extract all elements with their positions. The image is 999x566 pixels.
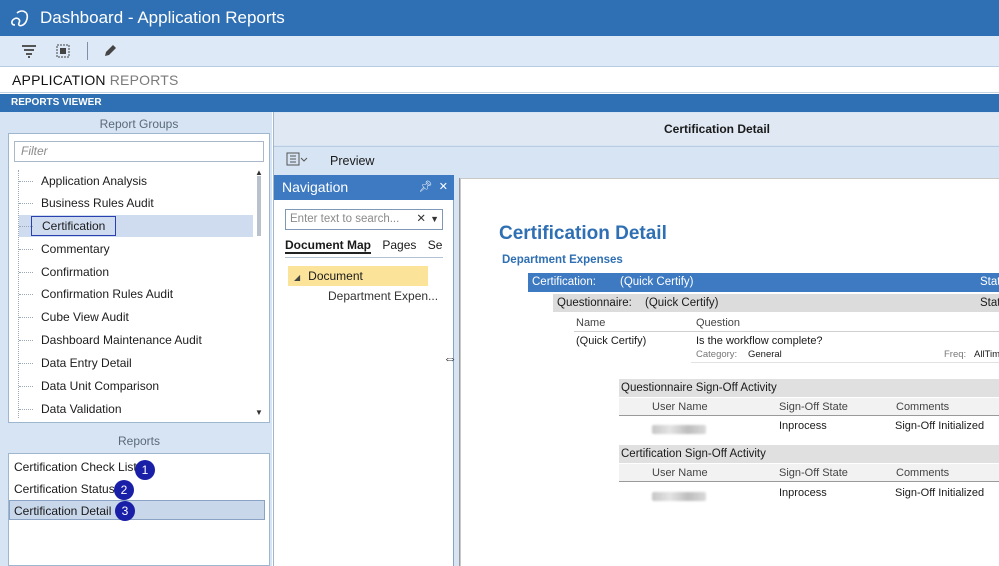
toolbar: [0, 36, 999, 67]
signoff-comment-1: Sign-Off Initialized: [895, 420, 985, 432]
badge-1: 1: [135, 460, 155, 480]
signoff-state-1: Inprocess: [779, 420, 827, 432]
blurred-username: [652, 490, 706, 504]
col-user: User Name: [652, 401, 708, 413]
reports-viewer-bar: REPORTS VIEWER: [0, 94, 999, 112]
group-item-dashboard-maintenance-audit[interactable]: Dashboard Maintenance Audit: [19, 329, 253, 351]
filter-icon[interactable]: [17, 39, 41, 63]
pencil-icon[interactable]: [98, 39, 122, 63]
report-groups-heading: Report Groups: [99, 117, 179, 131]
certification-band: Certification: (Quick Certify) Stat: [528, 273, 999, 292]
tree-node-label: Document: [308, 269, 363, 283]
col-state: Sign-Off State: [779, 401, 848, 413]
document-view-icon[interactable]: [286, 152, 316, 169]
badge-3: 3: [115, 501, 135, 521]
tab-pages[interactable]: Pages: [382, 238, 416, 252]
navigation-title: Navigation: [282, 179, 349, 195]
freq-label: Freq:: [944, 349, 967, 360]
filter-input[interactable]: Filter: [14, 141, 264, 162]
signoff-comment-2: Sign-Off Initialized: [895, 487, 985, 499]
group-item-certification[interactable]: Certification: [19, 215, 253, 237]
badge-2: 2: [114, 480, 134, 500]
scroll-down-icon[interactable]: ▼: [255, 408, 263, 417]
cert-status: Stat: [980, 276, 999, 288]
tab-search[interactable]: Se: [428, 238, 443, 252]
app-logo-icon: [0, 7, 40, 29]
category-label: Category:: [696, 349, 738, 360]
toolbar-separator: [87, 42, 88, 60]
group-item-application-analysis[interactable]: Application Analysis: [19, 170, 253, 192]
row-question: Is the workflow complete?: [696, 335, 823, 347]
search-placeholder: Enter text to search...: [290, 213, 400, 225]
navigation-search-input[interactable]: Enter text to search... ✕ ▼: [285, 209, 443, 230]
group-item-confirmation-rules-audit[interactable]: Confirmation Rules Audit: [19, 283, 253, 305]
page-title-part2: REPORTS: [109, 72, 179, 88]
navigation-tabs: Document Map Pages Se: [285, 238, 443, 258]
scroll-thumb[interactable]: [257, 176, 261, 236]
col-state: Sign-Off State: [779, 467, 848, 479]
tab-document-map[interactable]: Document Map: [285, 238, 372, 254]
navigation-heading: Navigation 📌︎ ✕: [274, 175, 454, 200]
report-preview: Certification Detail Department Expenses…: [460, 178, 999, 566]
preview-toolbar: Preview: [274, 146, 999, 174]
questionnaire-signoff-band: Questionnaire Sign-Off Activity: [619, 379, 999, 397]
groups-scrollbar[interactable]: ▲ ▼: [255, 168, 263, 420]
navigation-panel: [274, 175, 454, 566]
cert-label: Certification:: [532, 276, 596, 288]
report-item-detail[interactable]: Certification Detail: [9, 500, 265, 520]
q-status: Stat: [980, 297, 999, 309]
preview-label[interactable]: Preview: [330, 154, 374, 168]
title-bar: Dashboard - Application Reports: [0, 0, 999, 36]
doc-department: Department Expenses: [502, 254, 623, 266]
col-name: Name: [576, 317, 606, 329]
doc-title: Certification Detail: [499, 223, 667, 244]
q-value: (Quick Certify): [645, 297, 719, 309]
report-item-check-list[interactable]: Certification Check List: [14, 457, 137, 477]
q-label: Questionnaire:: [557, 297, 632, 309]
certification-signoff-band: Certification Sign-Off Activity: [619, 445, 999, 463]
signoff-state-2: Inprocess: [779, 487, 827, 499]
page-title-part1: APPLICATION: [12, 72, 106, 88]
close-icon[interactable]: ✕: [439, 181, 448, 193]
group-item-data-unit-comparison[interactable]: Data Unit Comparison: [19, 375, 253, 397]
col-question: Question: [696, 317, 741, 329]
group-item-data-validation[interactable]: Data Validation: [19, 398, 253, 418]
group-item-business-rules-audit[interactable]: Business Rules Audit: [19, 192, 253, 214]
row-name: (Quick Certify): [576, 335, 647, 347]
window-title: Dashboard - Application Reports: [40, 8, 285, 27]
row-divider: [691, 362, 999, 363]
select-icon[interactable]: [51, 39, 75, 63]
chevron-down-icon[interactable]: ▼: [430, 210, 439, 229]
questionnaire-band: Questionnaire: (Quick Certify) Stat: [553, 294, 999, 312]
group-item-commentary[interactable]: Commentary: [19, 238, 253, 260]
col-comments: Comments: [896, 467, 950, 479]
group-item-data-entry-detail[interactable]: Data Entry Detail: [19, 352, 253, 374]
report-title: Certification Detail: [274, 113, 999, 145]
report-groups-list: Application Analysis Business Rules Audi…: [18, 170, 254, 418]
category-value: General: [748, 349, 782, 360]
question-header: Name Question: [574, 314, 999, 332]
clear-icon[interactable]: ✕: [416, 210, 426, 229]
c-signoff-header: User Name Sign-Off State Comments: [619, 464, 999, 482]
q-signoff-header: User Name Sign-Off State Comments: [619, 398, 999, 416]
pin-close-controls[interactable]: 📌︎ ✕: [419, 175, 448, 200]
reports-heading: Reports: [117, 434, 161, 448]
page-title: APPLICATION REPORTS: [0, 68, 999, 93]
tree-node-document[interactable]: ◢ Document: [288, 266, 428, 286]
tree-collapse-icon[interactable]: ◢: [294, 273, 300, 282]
pin-icon[interactable]: 📌︎: [419, 181, 433, 193]
group-item-cube-view-audit[interactable]: Cube View Audit: [19, 306, 253, 328]
tree-node-department[interactable]: Department Expen...: [328, 289, 438, 303]
report-item-status[interactable]: Certification Status: [14, 479, 115, 499]
resize-handle-icon[interactable]: ⇔: [443, 350, 457, 366]
cert-value: (Quick Certify): [620, 276, 694, 288]
blurred-username: [652, 423, 706, 437]
col-comments: Comments: [896, 401, 950, 413]
group-item-confirmation[interactable]: Confirmation: [19, 261, 253, 283]
freq-value: AllTim: [974, 349, 999, 360]
col-user: User Name: [652, 467, 708, 479]
